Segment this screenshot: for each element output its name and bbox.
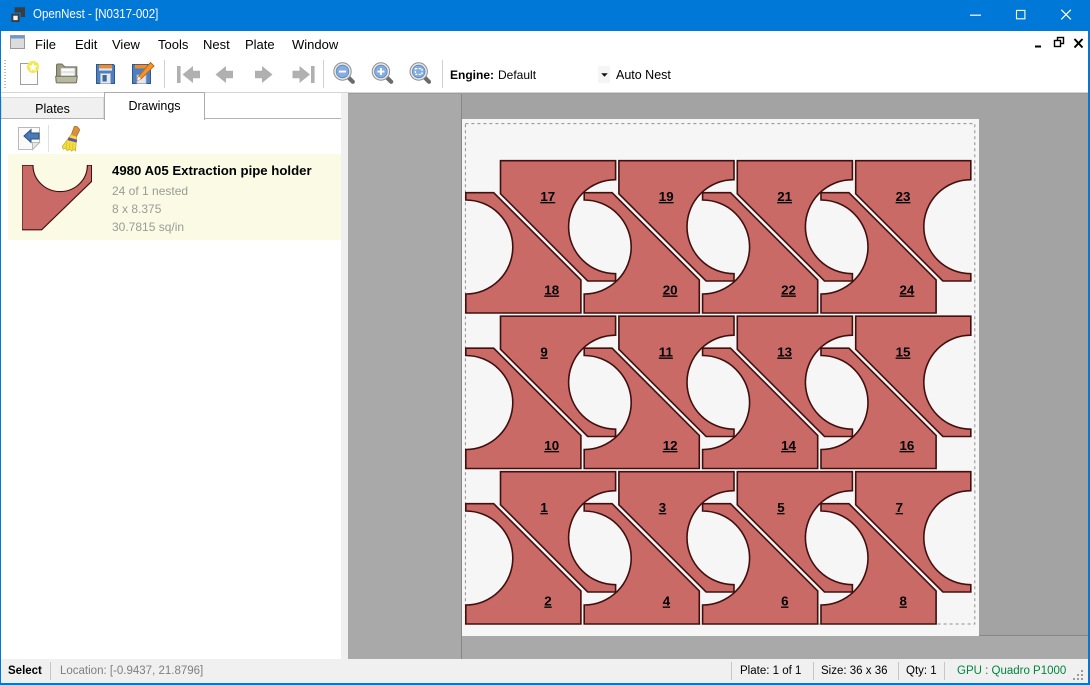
svg-text:21: 21 [777, 189, 792, 204]
svg-text:2: 2 [544, 594, 551, 609]
svg-text:17: 17 [540, 189, 555, 204]
svg-text:16: 16 [900, 438, 915, 453]
svg-text:20: 20 [663, 283, 678, 298]
svg-text:13: 13 [777, 345, 792, 360]
svg-text:5: 5 [777, 500, 785, 515]
svg-text:1: 1 [540, 500, 548, 515]
svg-text:14: 14 [781, 438, 796, 453]
svg-text:9: 9 [540, 345, 547, 360]
svg-text:12: 12 [663, 438, 678, 453]
svg-text:10: 10 [544, 438, 559, 453]
svg-text:19: 19 [659, 189, 674, 204]
svg-text:6: 6 [781, 594, 788, 609]
svg-text:8: 8 [900, 594, 907, 609]
svg-text:3: 3 [659, 500, 666, 515]
svg-text:11: 11 [659, 345, 674, 360]
svg-text:7: 7 [896, 500, 903, 515]
svg-text:18: 18 [544, 283, 559, 298]
svg-text:24: 24 [900, 283, 915, 298]
svg-text:23: 23 [896, 189, 911, 204]
svg-text:4: 4 [663, 594, 671, 609]
svg-text:22: 22 [781, 283, 796, 298]
svg-text:15: 15 [896, 345, 911, 360]
